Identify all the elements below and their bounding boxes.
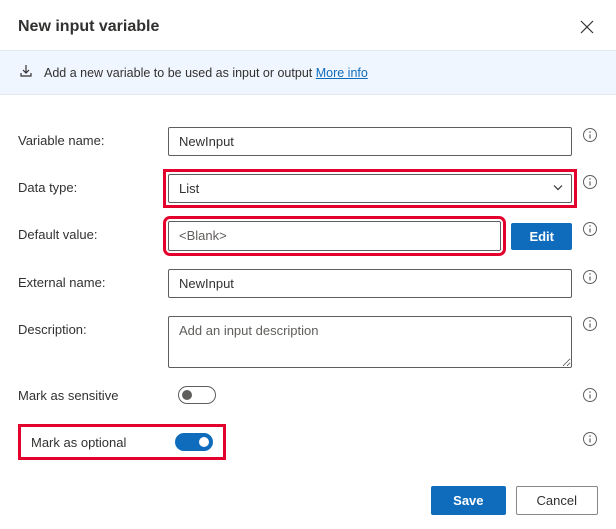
info-icon[interactable]: [582, 387, 598, 403]
edit-default-button[interactable]: Edit: [511, 223, 572, 250]
variable-name-input[interactable]: [168, 127, 572, 156]
info-icon[interactable]: [582, 221, 598, 237]
row-mark-sensitive: Mark as sensitive: [18, 386, 598, 404]
row-data-type: Data type: List: [18, 174, 598, 203]
info-icon[interactable]: [582, 127, 598, 143]
toggle-knob: [182, 390, 192, 400]
data-type-label: Data type:: [18, 174, 158, 195]
variable-name-label: Variable name:: [18, 127, 158, 148]
mark-optional-toggle[interactable]: [175, 433, 213, 451]
dialog-header: New input variable: [0, 0, 616, 50]
info-icon[interactable]: [582, 174, 598, 190]
info-icon[interactable]: [582, 269, 598, 285]
mark-optional-label: Mark as optional: [31, 435, 161, 450]
close-button[interactable]: [576, 16, 598, 38]
dialog-footer: Save Cancel: [431, 486, 598, 515]
info-banner: Add a new variable to be used as input o…: [0, 50, 616, 95]
row-default-value: Default value: <Blank> Edit: [18, 221, 598, 251]
row-description: Description:: [18, 316, 598, 368]
dialog-title: New input variable: [18, 18, 159, 36]
form-body: Variable name: Data type: List Default v…: [0, 95, 616, 484]
row-external-name: External name:: [18, 269, 598, 298]
mark-sensitive-toggle[interactable]: [178, 386, 216, 404]
banner-text: Add a new variable to be used as input o…: [44, 66, 368, 80]
description-input[interactable]: [168, 316, 572, 368]
data-type-select[interactable]: List: [168, 174, 572, 203]
description-label: Description:: [18, 316, 158, 337]
download-icon: [18, 63, 34, 82]
close-icon: [580, 22, 594, 37]
mark-optional-highlight: Mark as optional: [18, 424, 226, 460]
default-value-display: <Blank>: [168, 221, 501, 251]
external-name-input[interactable]: [168, 269, 572, 298]
info-icon[interactable]: [582, 316, 598, 332]
info-icon[interactable]: [582, 431, 598, 447]
save-button[interactable]: Save: [431, 486, 505, 515]
row-mark-optional: Mark as optional: [18, 418, 598, 460]
cancel-button[interactable]: Cancel: [516, 486, 598, 515]
toggle-knob: [199, 437, 209, 447]
banner-text-label: Add a new variable to be used as input o…: [44, 66, 312, 80]
default-value-label: Default value:: [18, 221, 158, 242]
more-info-link[interactable]: More info: [316, 66, 368, 80]
external-name-label: External name:: [18, 269, 158, 290]
mark-sensitive-label: Mark as sensitive: [18, 388, 168, 403]
row-variable-name: Variable name:: [18, 127, 598, 156]
data-type-select-wrap: List: [168, 174, 572, 203]
